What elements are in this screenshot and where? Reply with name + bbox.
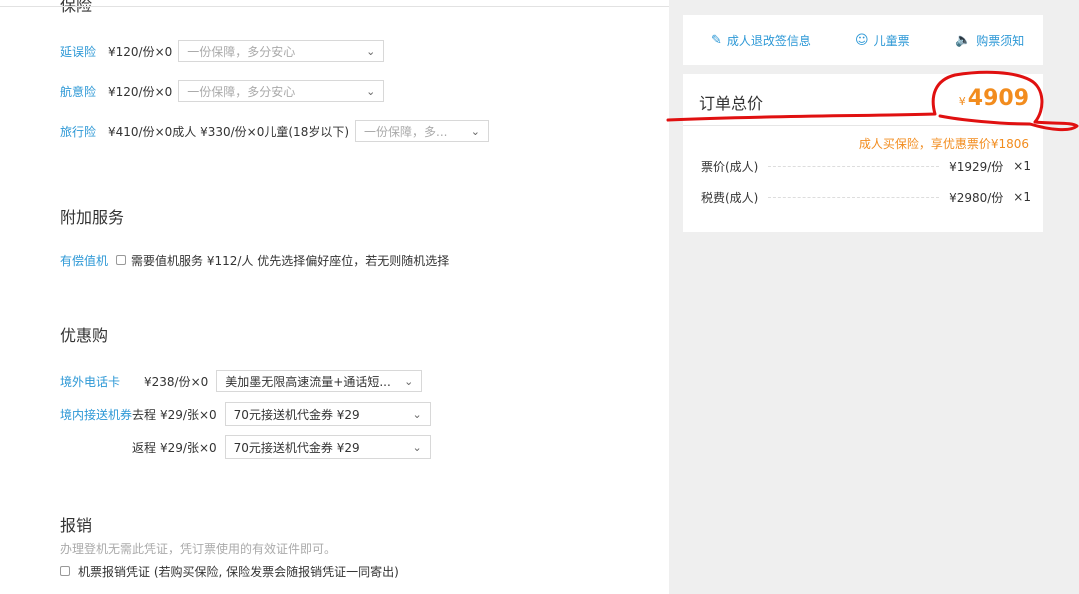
transfer-outbound-select[interactable]: 70元接送机代金券 ¥29 ⌄ [224, 402, 431, 426]
delay-insurance-label[interactable]: 延误险 [60, 43, 96, 60]
accident-insurance-select[interactable]: 一份保障，多分安心 ⌄ [178, 80, 385, 102]
chevron-down-icon: ⌄ [470, 124, 481, 138]
fare-qty: ×1 [1013, 159, 1031, 173]
order-total-price: ¥ 4909 [959, 86, 1029, 111]
sim-card-select[interactable]: 美加墨无限高速流量+通话短... ⌄ [216, 370, 423, 392]
travel-insurance-row: 旅行险 ¥410/份×0成人 ¥330/份×0儿童(18岁以下) 一份保障，多.… [60, 120, 490, 142]
discount-title: 优惠购 [60, 326, 109, 345]
transfer-label[interactable]: 境内接送机券 [60, 406, 132, 423]
order-total-label: 订单总价 [699, 94, 764, 113]
travel-insurance-select[interactable]: 一份保障，多... ⌄ [355, 120, 490, 142]
smile-icon: ☺ [855, 33, 869, 48]
fare-amount: ¥1929/份 [949, 159, 1004, 174]
reimburse-label: 机票报销凭证 (若购买保险, 保险发票会随报销凭证一同寄出) [78, 564, 399, 579]
tax-line: 税费(成人) ¥2980/份 ×1 [701, 188, 1031, 206]
reimburse-checkbox[interactable] [60, 566, 70, 576]
tax-label: 税费(成人) [701, 190, 759, 205]
delay-insurance-price: ¥120/份×0 [108, 44, 173, 59]
edit-icon: ✎ [711, 33, 722, 48]
insurance-section-title: 保险 [60, 0, 93, 15]
divider [683, 125, 1043, 126]
accident-insurance-label[interactable]: 航意险 [60, 83, 96, 100]
checkin-checkbox[interactable] [116, 255, 127, 265]
accident-insurance-row: 航意险 ¥120/份×0 一份保障，多分安心 ⌄ [60, 80, 385, 102]
checkin-row: 有偿值机 需要值机服务 ¥112/人 优先选择偏好座位，若无则随机选择 [60, 249, 449, 271]
reimburse-hint: 办理登机无需此凭证，凭订票使用的有效证件即可。 [60, 542, 337, 556]
booking-form: 保险 延误险 ¥120/份×0 一份保障，多分安心 ⌄ 航意险 ¥120/份×0… [0, 0, 669, 594]
chevron-down-icon: ⌄ [412, 407, 422, 421]
tab-refund-info-label: 成人退改签信息 [726, 34, 811, 48]
transfer-outbound-price: ¥29/张×0 [160, 407, 217, 422]
accident-insurance-price: ¥120/份×0 [108, 84, 173, 99]
chevron-down-icon: ⌄ [412, 440, 422, 454]
sim-card-label[interactable]: 境外电话卡 [60, 373, 120, 390]
dotted-leader [768, 196, 940, 198]
tab-child-ticket-label: 儿童票 [873, 34, 910, 48]
transfer-outbound-row: 境内接送机券 去程 ¥29/张×0 70元接送机代金券 ¥29 ⌄ [60, 402, 431, 426]
order-total-card: 订单总价 ¥ 4909 成人买保险，享优惠票价¥1806 票价(成人) ¥192… [683, 74, 1043, 232]
chevron-down-icon: ⌄ [366, 84, 376, 98]
tab-child-ticket[interactable]: ☺ 儿童票 [855, 32, 910, 49]
fare-line: 票价(成人) ¥1929/份 ×1 [701, 157, 1031, 175]
info-tabs: ✎ 成人退改签信息 ☺ 儿童票 🔈 购票须知 [683, 15, 1043, 65]
delay-insurance-row: 延误险 ¥120/份×0 一份保障，多分安心 ⌄ [60, 40, 385, 62]
delay-insurance-placeholder: 一份保障，多分安心 [187, 44, 296, 59]
sim-card-price: ¥238/份×0 [144, 374, 209, 389]
tab-refund-info[interactable]: ✎ 成人退改签信息 [711, 32, 811, 49]
reimburse-row: 机票报销凭证 (若购买保险, 保险发票会随报销凭证一同寄出) [60, 560, 399, 582]
transfer-return-label: 返程 [132, 440, 157, 455]
transfer-return-value: 70元接送机代金券 ¥29 [233, 440, 360, 455]
transfer-return-select[interactable]: 70元接送机代金券 ¥29 ⌄ [224, 435, 431, 459]
checkin-label[interactable]: 有偿值机 [60, 252, 108, 269]
travel-insurance-price: ¥410/份×0成人 ¥330/份×0儿童(18岁以下) [108, 124, 350, 139]
reimburse-title: 报销 [60, 516, 93, 535]
transfer-return-row: 返程 ¥29/张×0 70元接送机代金券 ¥29 ⌄ [132, 435, 431, 459]
travel-insurance-placeholder: 一份保障，多... [364, 124, 448, 139]
order-sidebar: ✎ 成人退改签信息 ☺ 儿童票 🔈 购票须知 订单总价 ¥ 4909 成人买保险… [669, 0, 1079, 594]
insurance-promo: 成人买保险，享优惠票价¥1806 [858, 137, 1029, 151]
transfer-return-price: ¥29/张×0 [160, 440, 217, 455]
chevron-down-icon: ⌄ [366, 44, 376, 58]
transfer-outbound-value: 70元接送机代金券 ¥29 [233, 407, 360, 422]
dotted-leader [768, 165, 940, 167]
chevron-down-icon: ⌄ [404, 374, 414, 388]
divider [0, 6, 669, 7]
delay-insurance-select[interactable]: 一份保障，多分安心 ⌄ [178, 40, 385, 62]
currency-symbol: ¥ [958, 95, 966, 108]
sim-card-value: 美加墨无限高速流量+通话短... [225, 374, 391, 389]
sim-card-row: 境外电话卡 ¥238/份×0 美加墨无限高速流量+通话短... ⌄ [60, 370, 423, 392]
transfer-outbound-label: 去程 [132, 407, 157, 422]
order-total-amount: 4909 [967, 86, 1029, 111]
tax-qty: ×1 [1013, 190, 1031, 204]
tab-purchase-notes[interactable]: 🔈 购票须知 [955, 32, 1024, 49]
tab-purchase-notes-label: 购票须知 [976, 34, 1025, 48]
speaker-icon: 🔈 [955, 33, 972, 48]
accident-insurance-placeholder: 一份保障，多分安心 [187, 84, 296, 99]
extra-services-title: 附加服务 [60, 208, 125, 227]
travel-insurance-label[interactable]: 旅行险 [60, 123, 96, 140]
checkin-text: 需要值机服务 ¥112/人 优先选择偏好座位，若无则随机选择 [131, 253, 450, 268]
fare-label: 票价(成人) [701, 159, 759, 174]
tax-amount: ¥2980/份 [949, 190, 1004, 205]
